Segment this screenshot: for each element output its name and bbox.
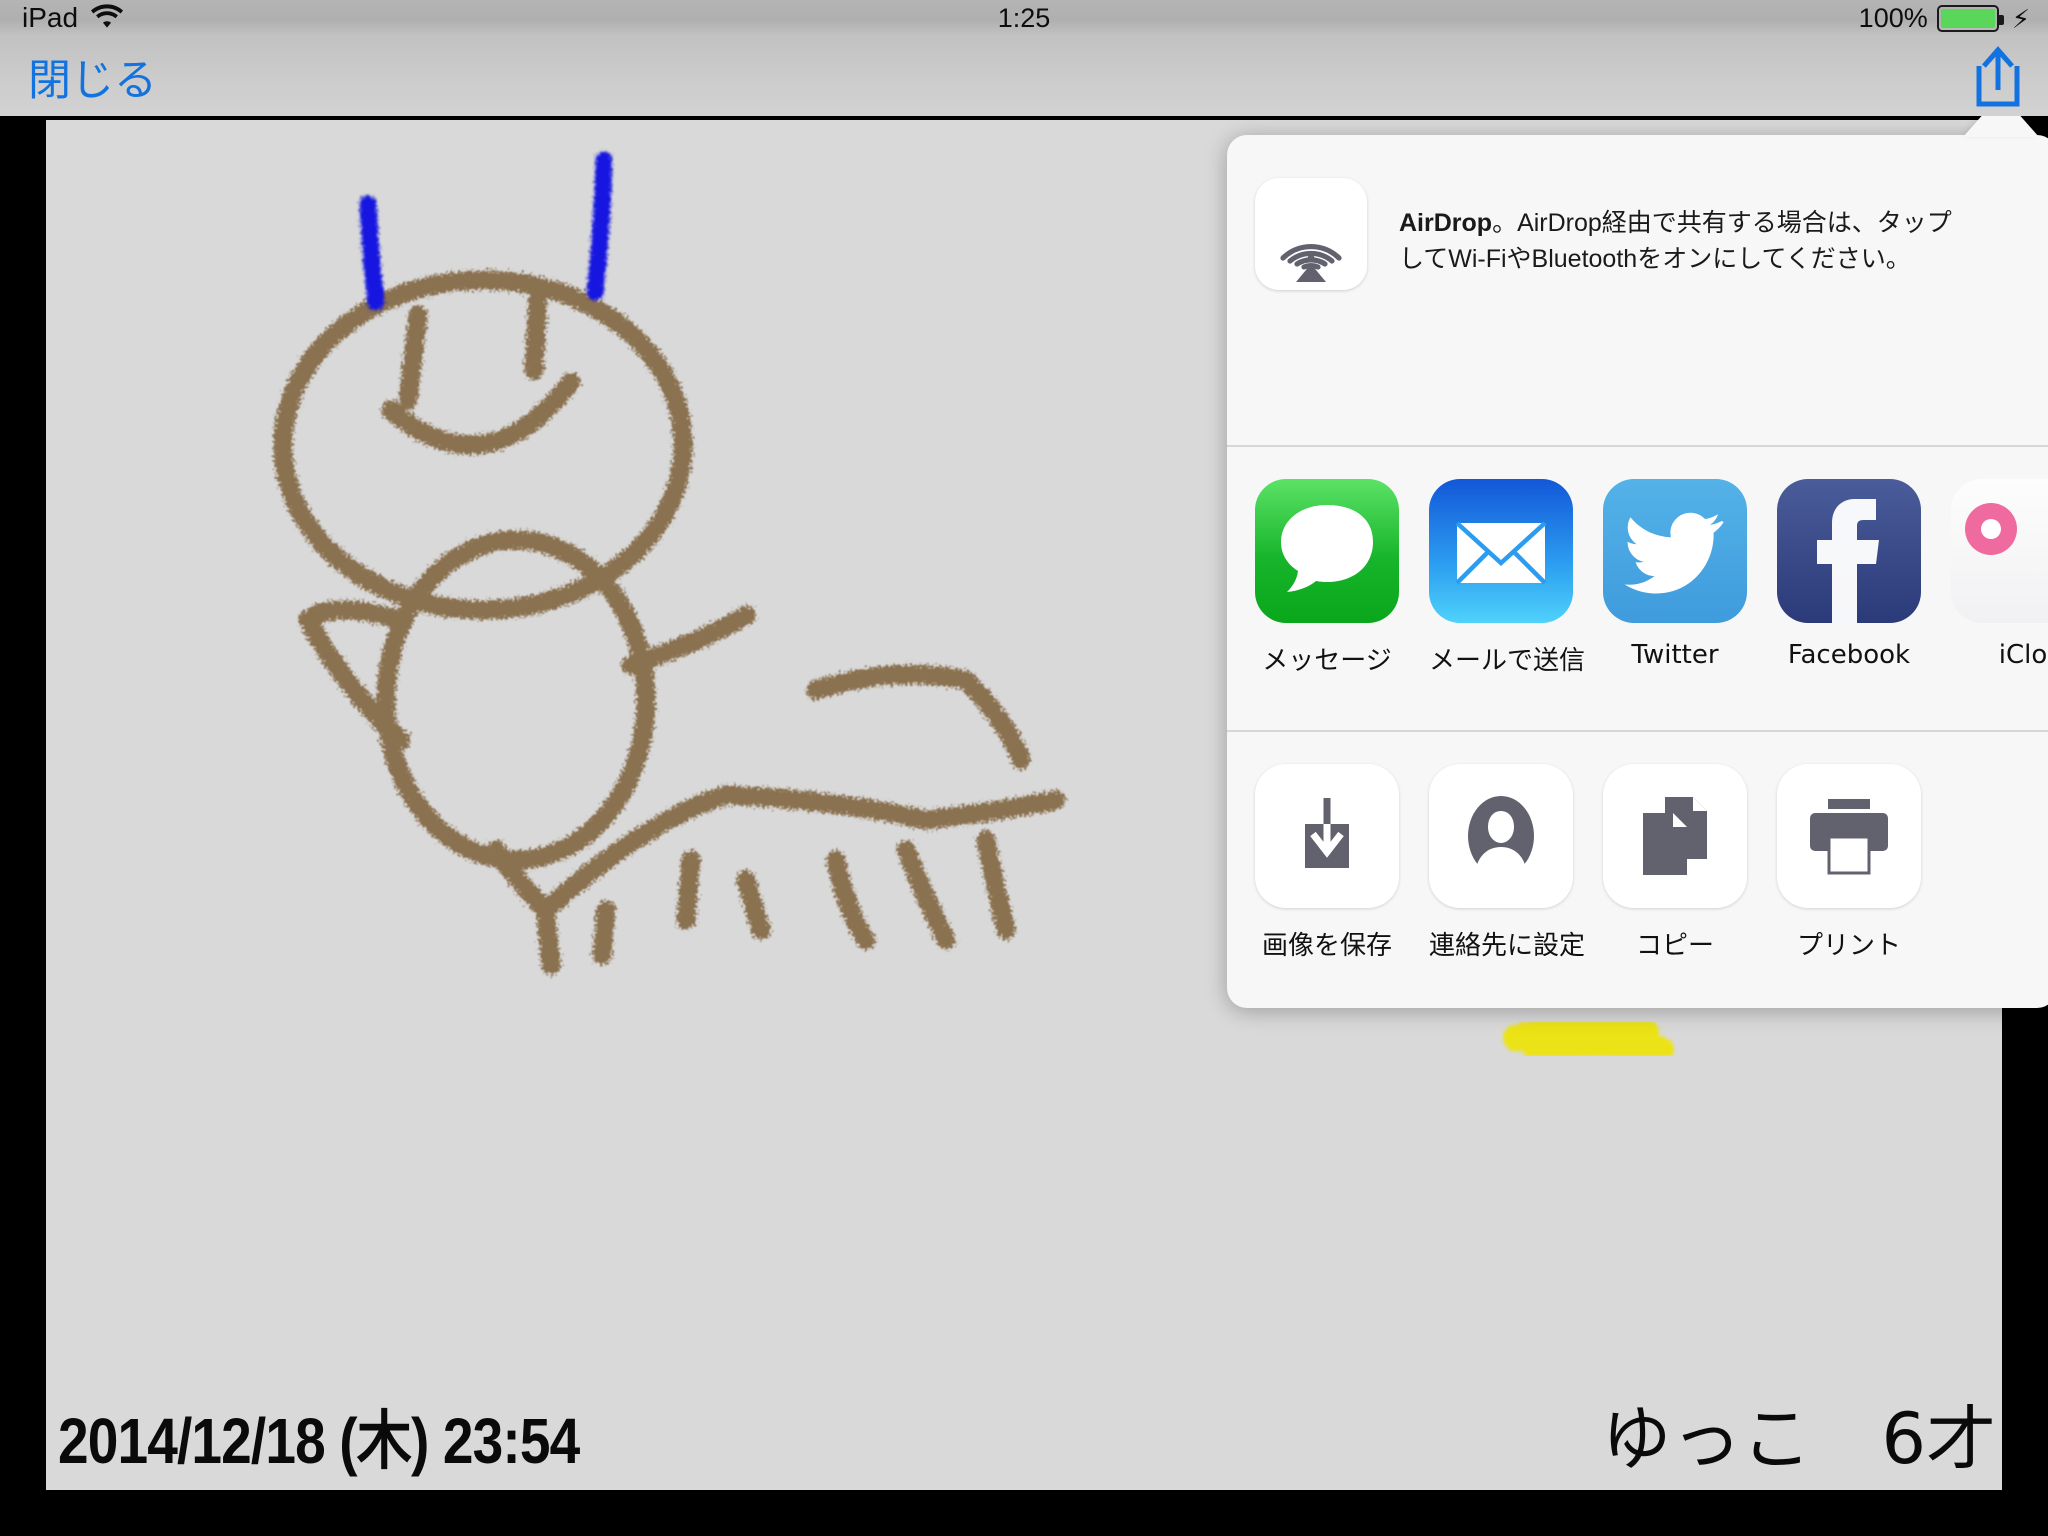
facebook-f-icon	[1777, 479, 1921, 623]
action-copy[interactable]: コピー	[1603, 764, 1747, 1008]
airdrop-bold-label: AirDrop	[1399, 209, 1493, 237]
action-label: 連絡先に設定	[1429, 931, 1586, 961]
share-target-facebook[interactable]: Facebook	[1777, 479, 1921, 730]
share-target-mail[interactable]: メールで送信	[1429, 479, 1586, 730]
mail-icon	[1429, 479, 1573, 623]
printer-icon	[1777, 764, 1921, 908]
status-bar-clock: 1:25	[997, 3, 1051, 33]
share-target-label: メールで送信	[1429, 646, 1586, 676]
status-bar-right: 100% ⚡	[1859, 3, 2030, 34]
share-target-label: Twitter	[1631, 640, 1719, 670]
share-target-label: iClo	[1998, 640, 2048, 670]
share-popover: AirDrop。AirDrop経由で共有する場合は、タップしてWi-FiやBlu…	[1227, 135, 2048, 1008]
action-save-image[interactable]: 画像を保存	[1255, 764, 1399, 1008]
action-print[interactable]: プリント	[1777, 764, 1921, 1008]
copy-documents-icon	[1603, 764, 1747, 908]
twitter-bird-icon	[1603, 479, 1747, 623]
share-target-label: メッセージ	[1262, 646, 1392, 676]
save-image-download-icon	[1255, 764, 1399, 908]
action-assign-to-contact[interactable]: 連絡先に設定	[1429, 764, 1586, 1008]
action-label: コピー	[1635, 931, 1714, 961]
action-label: プリント	[1796, 931, 1901, 961]
lightning-bolt-icon: ⚡	[2011, 3, 2030, 34]
airdrop-icon[interactable]	[1255, 178, 1367, 290]
airdrop-description: AirDrop。AirDrop経由で共有する場合は、タップしてWi-FiやBlu…	[1399, 206, 1954, 277]
caption-name: ゆっこ 6才	[1601, 1398, 1996, 1480]
share-target-label: Facebook	[1787, 640, 1911, 670]
status-bar: iPad 1:25 100% ⚡	[0, 0, 2048, 37]
share-target-icloud[interactable]: iClo	[1951, 479, 2048, 730]
contact-person-icon	[1429, 764, 1573, 908]
battery-percent-label: 100%	[1858, 3, 1928, 33]
messages-icon	[1255, 479, 1399, 623]
close-button[interactable]: 閉じる	[28, 46, 157, 108]
airdrop-row[interactable]: AirDrop。AirDrop経由で共有する場合は、タップしてWi-FiやBlu…	[1227, 135, 2048, 445]
caption-date: 2014/12/18 (木) 23:54	[58, 1405, 580, 1477]
battery-icon	[1936, 5, 2004, 32]
share-target-messages[interactable]: メッセージ	[1255, 479, 1399, 730]
navigation-bar: 閉じる	[0, 37, 2048, 116]
share-apps-row: メッセージ メールで送信 Twitter Facebook iClo	[1227, 447, 2048, 730]
share-button[interactable]	[1970, 45, 2026, 108]
share-actions-row: 画像を保存 連絡先に設定 コピー プリント	[1227, 732, 2048, 1008]
action-label: 画像を保存	[1261, 931, 1392, 961]
icloud-photo-sharing-icon	[1951, 479, 2048, 623]
share-target-twitter[interactable]: Twitter	[1603, 479, 1747, 730]
